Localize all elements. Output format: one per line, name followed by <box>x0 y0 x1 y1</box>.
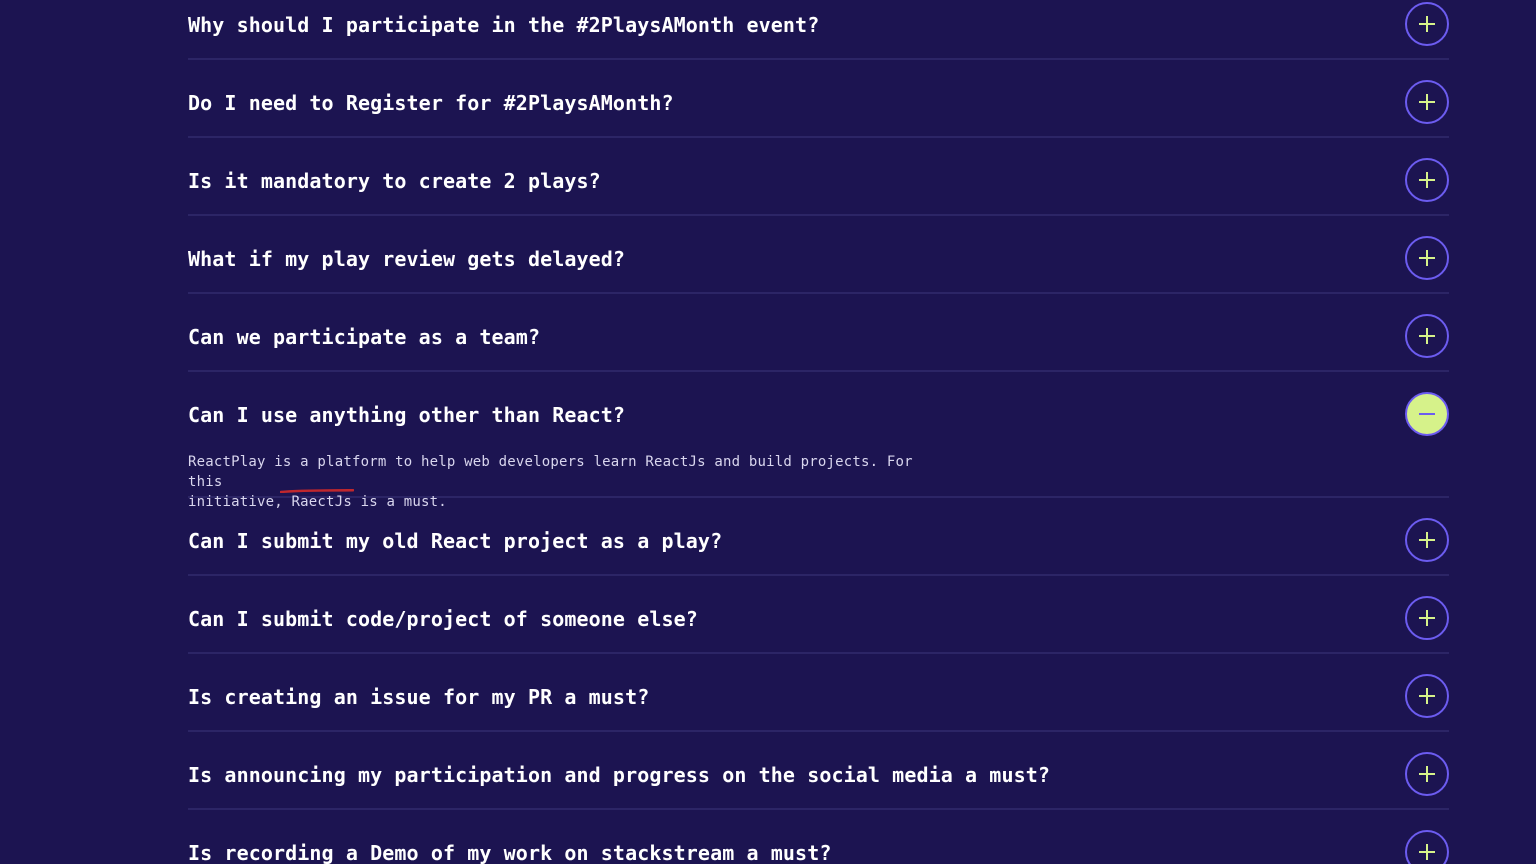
minus-icon <box>1419 413 1435 415</box>
faq-answer-line: ReactPlay is a platform to help web deve… <box>188 454 913 490</box>
faq-question[interactable]: Can I use anything other than React? <box>188 403 625 427</box>
faq-item[interactable]: What if my play review gets delayed? <box>188 216 1449 294</box>
faq-question[interactable]: Is it mandatory to create 2 plays? <box>188 169 601 193</box>
faq-item[interactable]: Can we participate as a team? <box>188 294 1449 372</box>
red-underline-annotation <box>280 489 354 493</box>
faq-question[interactable]: What if my play review gets delayed? <box>188 247 625 271</box>
plus-icon <box>1419 766 1435 782</box>
faq-item[interactable]: Is recording a Demo of my work on stacks… <box>188 810 1449 864</box>
expand-toggle-button[interactable] <box>1405 236 1449 280</box>
plus-icon <box>1419 610 1435 626</box>
faq-answer: ReactPlay is a platform to help web deve… <box>188 452 948 512</box>
faq-question[interactable]: Is creating an issue for my PR a must? <box>188 685 649 709</box>
faq-question[interactable]: Why should I participate in the #2PlaysA… <box>188 13 819 37</box>
plus-icon <box>1419 532 1435 548</box>
faq-question[interactable]: Is announcing my participation and progr… <box>188 763 1050 787</box>
plus-icon <box>1419 688 1435 704</box>
expand-toggle-button[interactable] <box>1405 314 1449 358</box>
plus-icon <box>1419 16 1435 32</box>
faq-item[interactable]: Can I submit code/project of someone els… <box>188 576 1449 654</box>
expand-toggle-button[interactable] <box>1405 518 1449 562</box>
faq-item[interactable]: Why should I participate in the #2PlaysA… <box>188 0 1449 60</box>
expand-toggle-button[interactable] <box>1405 2 1449 46</box>
faq-question[interactable]: Can I submit my old React project as a p… <box>188 529 722 553</box>
expand-toggle-button[interactable] <box>1405 80 1449 124</box>
plus-icon <box>1419 172 1435 188</box>
collapse-toggle-button[interactable] <box>1405 392 1449 436</box>
plus-icon <box>1419 328 1435 344</box>
plus-icon <box>1419 250 1435 266</box>
faq-question[interactable]: Can I submit code/project of someone els… <box>188 607 698 631</box>
expand-toggle-button[interactable] <box>1405 674 1449 718</box>
faq-item[interactable]: Is announcing my participation and progr… <box>188 732 1449 810</box>
faq-item[interactable]: Is it mandatory to create 2 plays? <box>188 138 1449 216</box>
expand-toggle-button[interactable] <box>1405 752 1449 796</box>
faq-item[interactable]: Do I need to Register for #2PlaysAMonth? <box>188 60 1449 138</box>
expand-toggle-button[interactable] <box>1405 830 1449 864</box>
faq-answer-line: initiative, RaectJs is a must. <box>188 494 447 510</box>
faq-item[interactable]: Is creating an issue for my PR a must? <box>188 654 1449 732</box>
faq-question[interactable]: Can we participate as a team? <box>188 325 540 349</box>
expand-toggle-button[interactable] <box>1405 596 1449 640</box>
faq-question[interactable]: Do I need to Register for #2PlaysAMonth? <box>188 91 674 115</box>
plus-icon <box>1419 94 1435 110</box>
plus-icon <box>1419 844 1435 860</box>
expand-toggle-button[interactable] <box>1405 158 1449 202</box>
faq-question[interactable]: Is recording a Demo of my work on stacks… <box>188 841 831 864</box>
